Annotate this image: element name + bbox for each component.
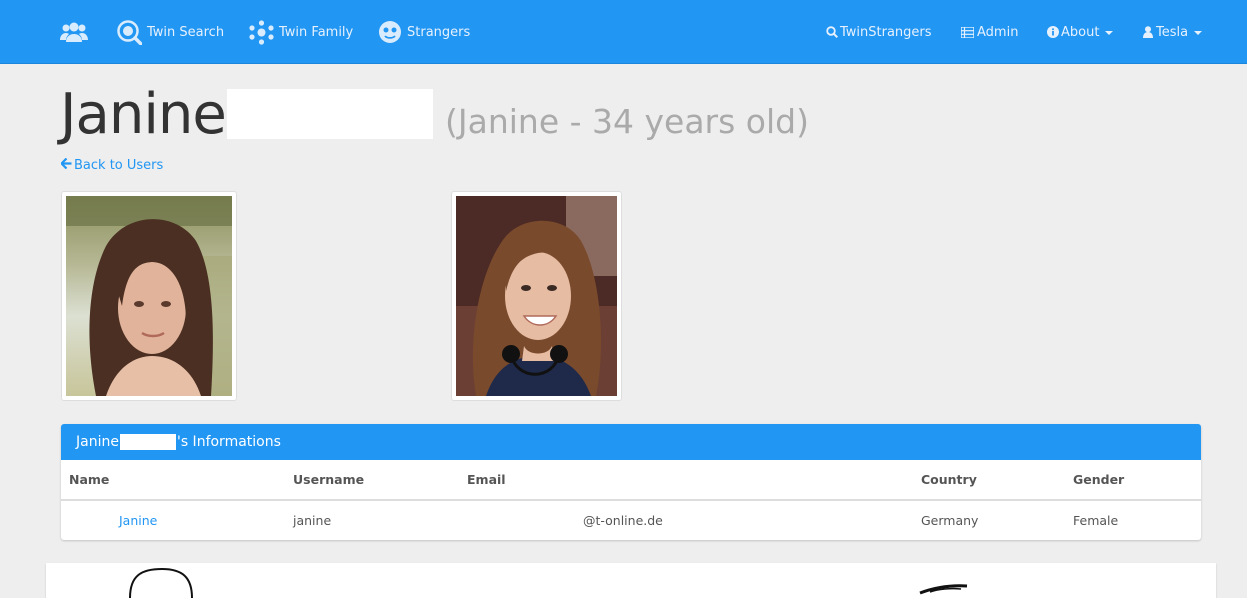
user-icon — [1143, 26, 1153, 38]
cell-username: janine — [293, 513, 332, 528]
search-icon — [826, 26, 838, 38]
back-to-users-link[interactable]: Back to Users — [59, 157, 164, 173]
user-information-panel: Janine 's Informations Name Username Ema… — [61, 424, 1201, 540]
nav-user-label: Tesla — [1156, 24, 1189, 40]
column-header-username: Username — [293, 472, 365, 487]
strangers-face-icon — [378, 20, 402, 44]
nav-twin-family[interactable]: Twin Family — [249, 0, 353, 64]
panel-title-name: Janine — [76, 434, 119, 450]
column-header-name: Name — [69, 472, 110, 487]
header-divider — [61, 499, 1201, 501]
top-navbar: Twin Search Twin Family Strangers TwinSt… — [0, 0, 1247, 64]
twin-photo[interactable] — [451, 191, 622, 401]
panel-title-suffix: 's Informations — [176, 434, 281, 450]
family-network-icon — [249, 19, 274, 45]
column-header-gender: Gender — [1073, 472, 1125, 487]
bottom-card — [46, 563, 1216, 598]
redacted-surname — [227, 89, 433, 139]
nav-about-dropdown[interactable]: About — [1047, 0, 1114, 64]
user-name-link[interactable]: Janine — [119, 513, 157, 528]
nav-strangers-label: Strangers — [407, 24, 471, 40]
nav-twinstrangers[interactable]: TwinStrangers — [826, 0, 932, 64]
nav-strangers[interactable]: Strangers — [378, 0, 470, 64]
arrow-left-icon — [59, 157, 72, 173]
chevron-down-icon — [1105, 31, 1114, 35]
column-header-email: Email — [467, 472, 506, 487]
nav-user-dropdown[interactable]: Tesla — [1143, 0, 1203, 64]
user-portrait-image — [66, 196, 232, 396]
home-users-icon-link[interactable] — [60, 0, 93, 64]
nav-twinstrangers-label: TwinStrangers — [840, 24, 932, 40]
panel-heading: Janine 's Informations — [61, 424, 1201, 460]
nav-twin-family-label: Twin Family — [279, 24, 354, 40]
face-search-icon — [117, 19, 142, 45]
nav-admin-label: Admin — [977, 24, 1019, 40]
cell-email: @t-online.de — [583, 513, 663, 528]
cell-country: Germany — [921, 513, 979, 528]
info-icon — [1047, 26, 1059, 38]
twin-portrait-image — [456, 196, 617, 396]
group-icon — [60, 20, 88, 44]
signature-drawing — [129, 567, 968, 598]
page-title: Janine — [60, 82, 227, 147]
nav-twin-search[interactable]: Twin Search — [117, 0, 224, 64]
page-subtitle: (Janine - 34 years old) — [445, 102, 809, 141]
chevron-down-icon — [1194, 31, 1203, 35]
nav-twin-search-label: Twin Search — [147, 24, 225, 40]
back-link-label: Back to Users — [74, 158, 164, 173]
column-header-country: Country — [921, 472, 977, 487]
redacted-surname — [119, 434, 176, 450]
cell-gender: Female — [1073, 513, 1119, 528]
nav-admin[interactable]: Admin — [961, 0, 1018, 64]
user-photo[interactable] — [61, 191, 237, 401]
list-icon — [961, 26, 974, 38]
nav-about-label: About — [1061, 24, 1100, 40]
